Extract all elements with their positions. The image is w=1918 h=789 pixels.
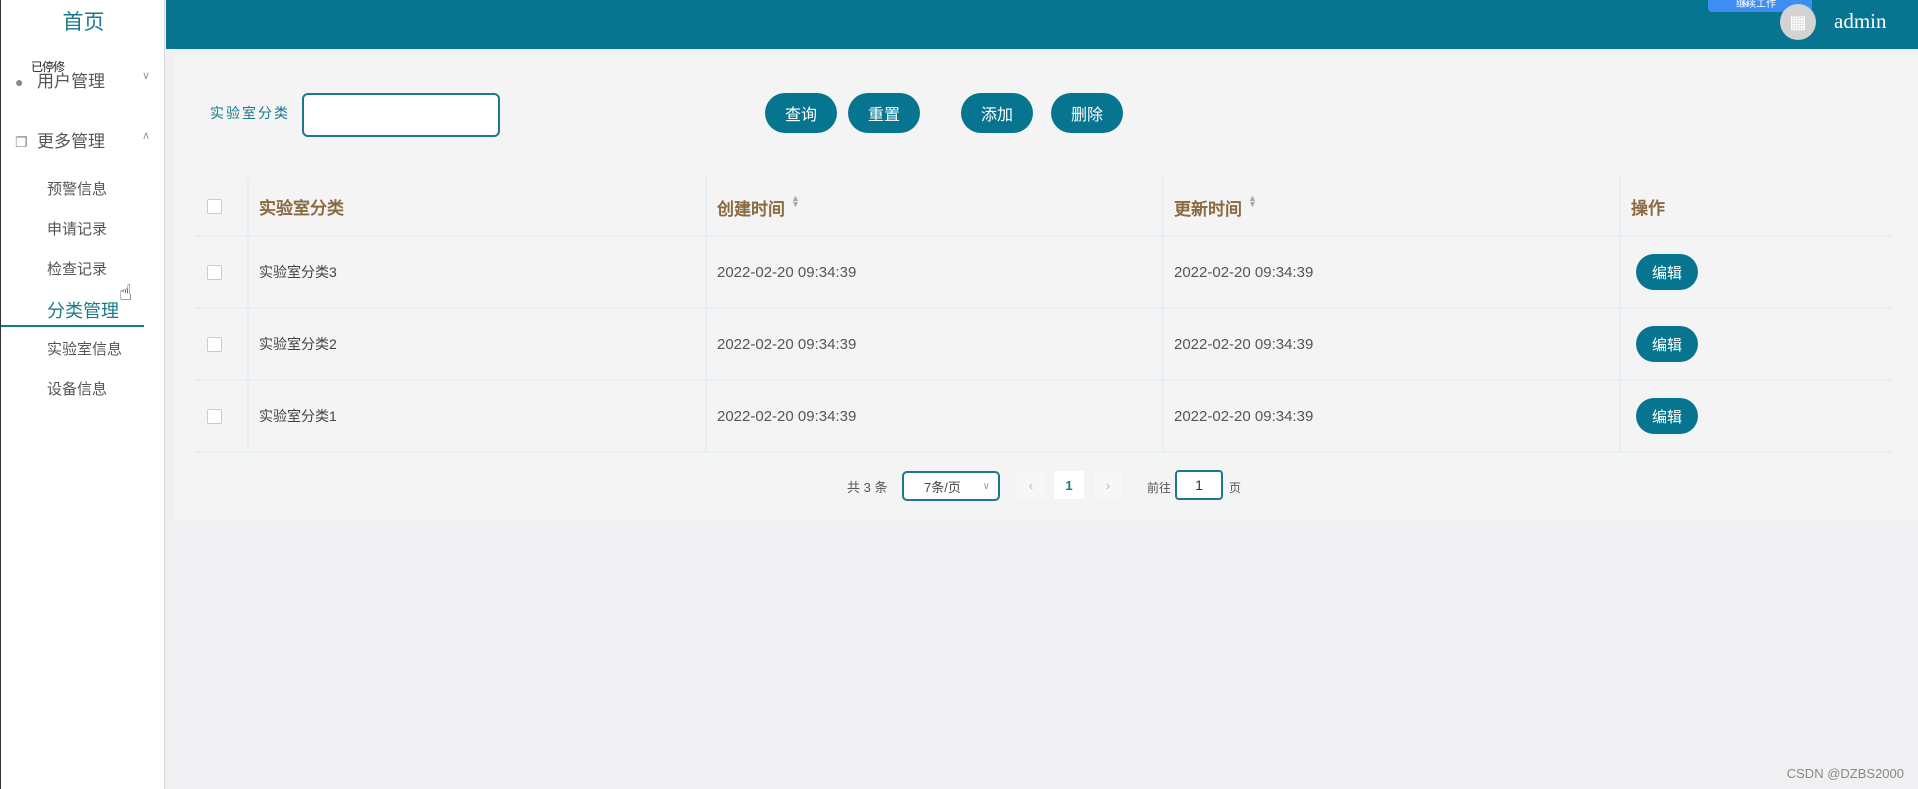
table-row: 实验室分类1 2022-02-20 09:34:39 2022-02-20 09… (195, 381, 1892, 453)
cell-created: 2022-02-20 09:34:39 (717, 407, 857, 425)
table-header-row: 实验室分类 创建时间 ▲ ▼ 更新时间 ▲ ▼ 操作 (195, 177, 1892, 237)
category-search-input[interactable] (302, 93, 500, 137)
user-icon: ● (15, 74, 24, 90)
delete-button[interactable]: 删除 (1051, 93, 1123, 133)
sidebar-home[interactable]: 首页 (1, 6, 166, 36)
search-label: 实验室分类 (210, 105, 290, 121)
select-all-cell (207, 177, 237, 235)
sidebar-item-category[interactable]: 分类管理 (47, 297, 119, 323)
cell-updated: 2022-02-20 09:34:39 (1174, 263, 1314, 281)
menu-more-management-label: 更多管理 (37, 132, 105, 151)
username[interactable]: admin (1834, 9, 1887, 34)
watermark: CSDN @DZBS2000 (1786, 766, 1904, 781)
top-bar (166, 0, 1918, 49)
cell-updated: 2022-02-20 09:34:39 (1174, 407, 1314, 425)
sort-icon[interactable]: ▲ ▼ (791, 194, 800, 209)
hand-cursor-icon: ☝ (119, 280, 133, 305)
sidebar-item-inspections[interactable]: 检查记录 (47, 258, 107, 279)
cell-created: 2022-02-20 09:34:39 (717, 263, 857, 281)
menu-more-management[interactable]: ❐ 更多管理 ∧ (15, 127, 150, 152)
chevron-left-icon: ‹ (1028, 477, 1034, 493)
row-checkbox[interactable] (207, 408, 222, 424)
avatar[interactable]: ▦ (1780, 4, 1816, 40)
reset-button[interactable]: 重置 (848, 93, 920, 133)
prev-page-button[interactable]: ‹ (1017, 471, 1045, 499)
row-checkbox[interactable] (207, 336, 222, 352)
next-page-button[interactable]: › (1094, 471, 1122, 499)
query-button[interactable]: 查询 (765, 93, 837, 133)
page-unit-label: 页 (1229, 481, 1242, 495)
cell-name: 实验室分类1 (259, 408, 337, 424)
edit-button[interactable]: 编辑 (1636, 254, 1698, 290)
goto-label: 前往 (1147, 481, 1172, 495)
sort-icon[interactable]: ▲ ▼ (1248, 194, 1257, 209)
page-size-select[interactable]: 7条/页 ∨ (902, 471, 1000, 501)
sidebar-item-warning[interactable]: 预警信息 (47, 178, 107, 199)
chevron-down-icon: ∨ (982, 480, 990, 492)
table-row: 实验室分类3 2022-02-20 09:34:39 2022-02-20 09… (195, 237, 1892, 309)
cell-name: 实验室分类2 (259, 336, 337, 352)
header-action: 操作 (1631, 198, 1665, 218)
page-size-value: 7条/页 (924, 479, 961, 495)
chevron-right-icon: › (1105, 477, 1111, 493)
edit-button[interactable]: 编辑 (1636, 398, 1698, 434)
link-icon: ∞ (1742, 0, 1750, 10)
sidebar-item-applications[interactable]: 申请记录 (47, 218, 107, 239)
sidebar-item-equipment[interactable]: 设备信息 (47, 378, 107, 399)
active-indicator (1, 325, 144, 327)
chevron-down-icon: ∨ (141, 70, 150, 82)
copy-icon: ❐ (15, 134, 28, 150)
sidebar-item-lab-info[interactable]: 实验室信息 (47, 338, 122, 359)
overlap-tooltip: 已停修 (31, 60, 65, 74)
sidebar: 首页 ● 用户管理 ∨ 已停修 ❐ 更多管理 ∧ 预警信息 申请记录 检查记录 分类… (0, 0, 165, 789)
add-button[interactable]: 添加 (961, 93, 1033, 133)
header-name: 实验室分类 (259, 198, 344, 218)
cell-created: 2022-02-20 09:34:39 (717, 335, 857, 353)
goto-page-input[interactable] (1175, 470, 1223, 500)
table-row: 实验室分类2 2022-02-20 09:34:39 2022-02-20 09… (195, 309, 1892, 381)
header-updated[interactable]: 更新时间 ▲ ▼ (1174, 177, 1614, 235)
cell-updated: 2022-02-20 09:34:39 (1174, 335, 1314, 353)
page-number-current[interactable]: 1 (1054, 471, 1084, 499)
cell-name: 实验室分类3 (259, 264, 337, 280)
chevron-up-icon: ∧ (141, 130, 150, 142)
edit-button[interactable]: 编辑 (1636, 326, 1698, 362)
row-checkbox[interactable] (207, 264, 222, 280)
pagination-total: 共 3 条 (847, 480, 888, 495)
image-icon: ▦ (1789, 11, 1807, 32)
select-all-checkbox[interactable] (207, 198, 222, 214)
header-created[interactable]: 创建时间 ▲ ▼ (717, 177, 1157, 235)
